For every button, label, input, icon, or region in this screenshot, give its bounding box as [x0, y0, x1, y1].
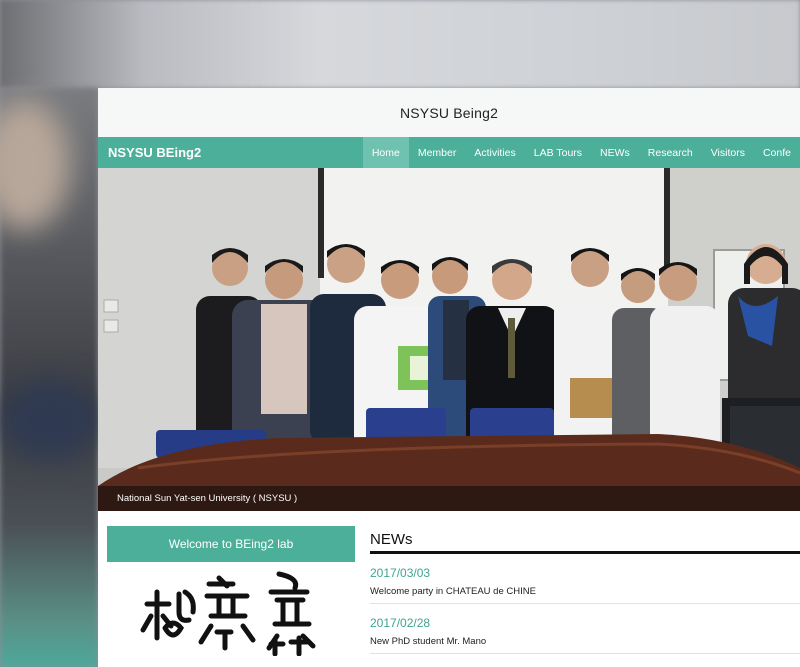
site-header: NSYSU Being2 [98, 88, 800, 137]
news-item[interactable]: 2017/03/03 Welcome party in CHATEAU de C… [370, 554, 800, 604]
hero-caption: National Sun Yat-sen University ( NSYSU … [117, 493, 298, 504]
news-title-link[interactable]: Welcome party in CHATEAU de CHINE [370, 586, 800, 597]
nav-item-member[interactable]: Member [409, 137, 466, 168]
news-title-link[interactable]: New PhD student Mr. Mano [370, 636, 800, 647]
news-item[interactable]: 2017/02/28 New PhD student Mr. Mano [370, 604, 800, 654]
welcome-banner: Welcome to BEing2 lab [107, 526, 355, 562]
nav-item-visitors[interactable]: Visitors [702, 137, 754, 168]
nav-item-activities[interactable]: Activities [465, 137, 524, 168]
calligraphy-image [107, 566, 355, 656]
blurred-shape [0, 380, 100, 460]
hero-carousel[interactable]: National Sun Yat-sen University ( NSYSU … [98, 168, 800, 511]
nav-item-news[interactable]: NEWs [591, 137, 639, 168]
main-navbar: NSYSU BEing2 Home Member Activities LAB … [98, 137, 800, 168]
main-content: Welcome to BEing2 lab NEWs 2017/03/03 We… [98, 511, 800, 656]
news-date: 2017/02/28 [370, 616, 431, 630]
news-section: NEWs 2017/03/03 Welcome party in CHATEAU… [360, 526, 800, 656]
news-heading: NEWs [370, 526, 800, 554]
site-title: NSYSU Being2 [399, 104, 499, 121]
blurred-top-strip [0, 0, 800, 88]
browser-page: NSYSU Being2 NSYSU BEing2 Home Member Ac… [98, 88, 800, 667]
group-photo [98, 168, 800, 511]
sidebar: Welcome to BEing2 lab [98, 526, 360, 656]
nav-item-lab-tours[interactable]: LAB Tours [525, 137, 591, 168]
news-date: 2017/03/03 [370, 566, 431, 580]
navbar-brand[interactable]: NSYSU BEing2 [98, 137, 363, 168]
nav-item-research[interactable]: Research [639, 137, 702, 168]
nav-item-conferences[interactable]: Confe [754, 137, 800, 168]
nav-item-home[interactable]: Home [362, 137, 409, 168]
nav-menu: Home Member Activities LAB Tours NEWs Re… [362, 137, 800, 168]
